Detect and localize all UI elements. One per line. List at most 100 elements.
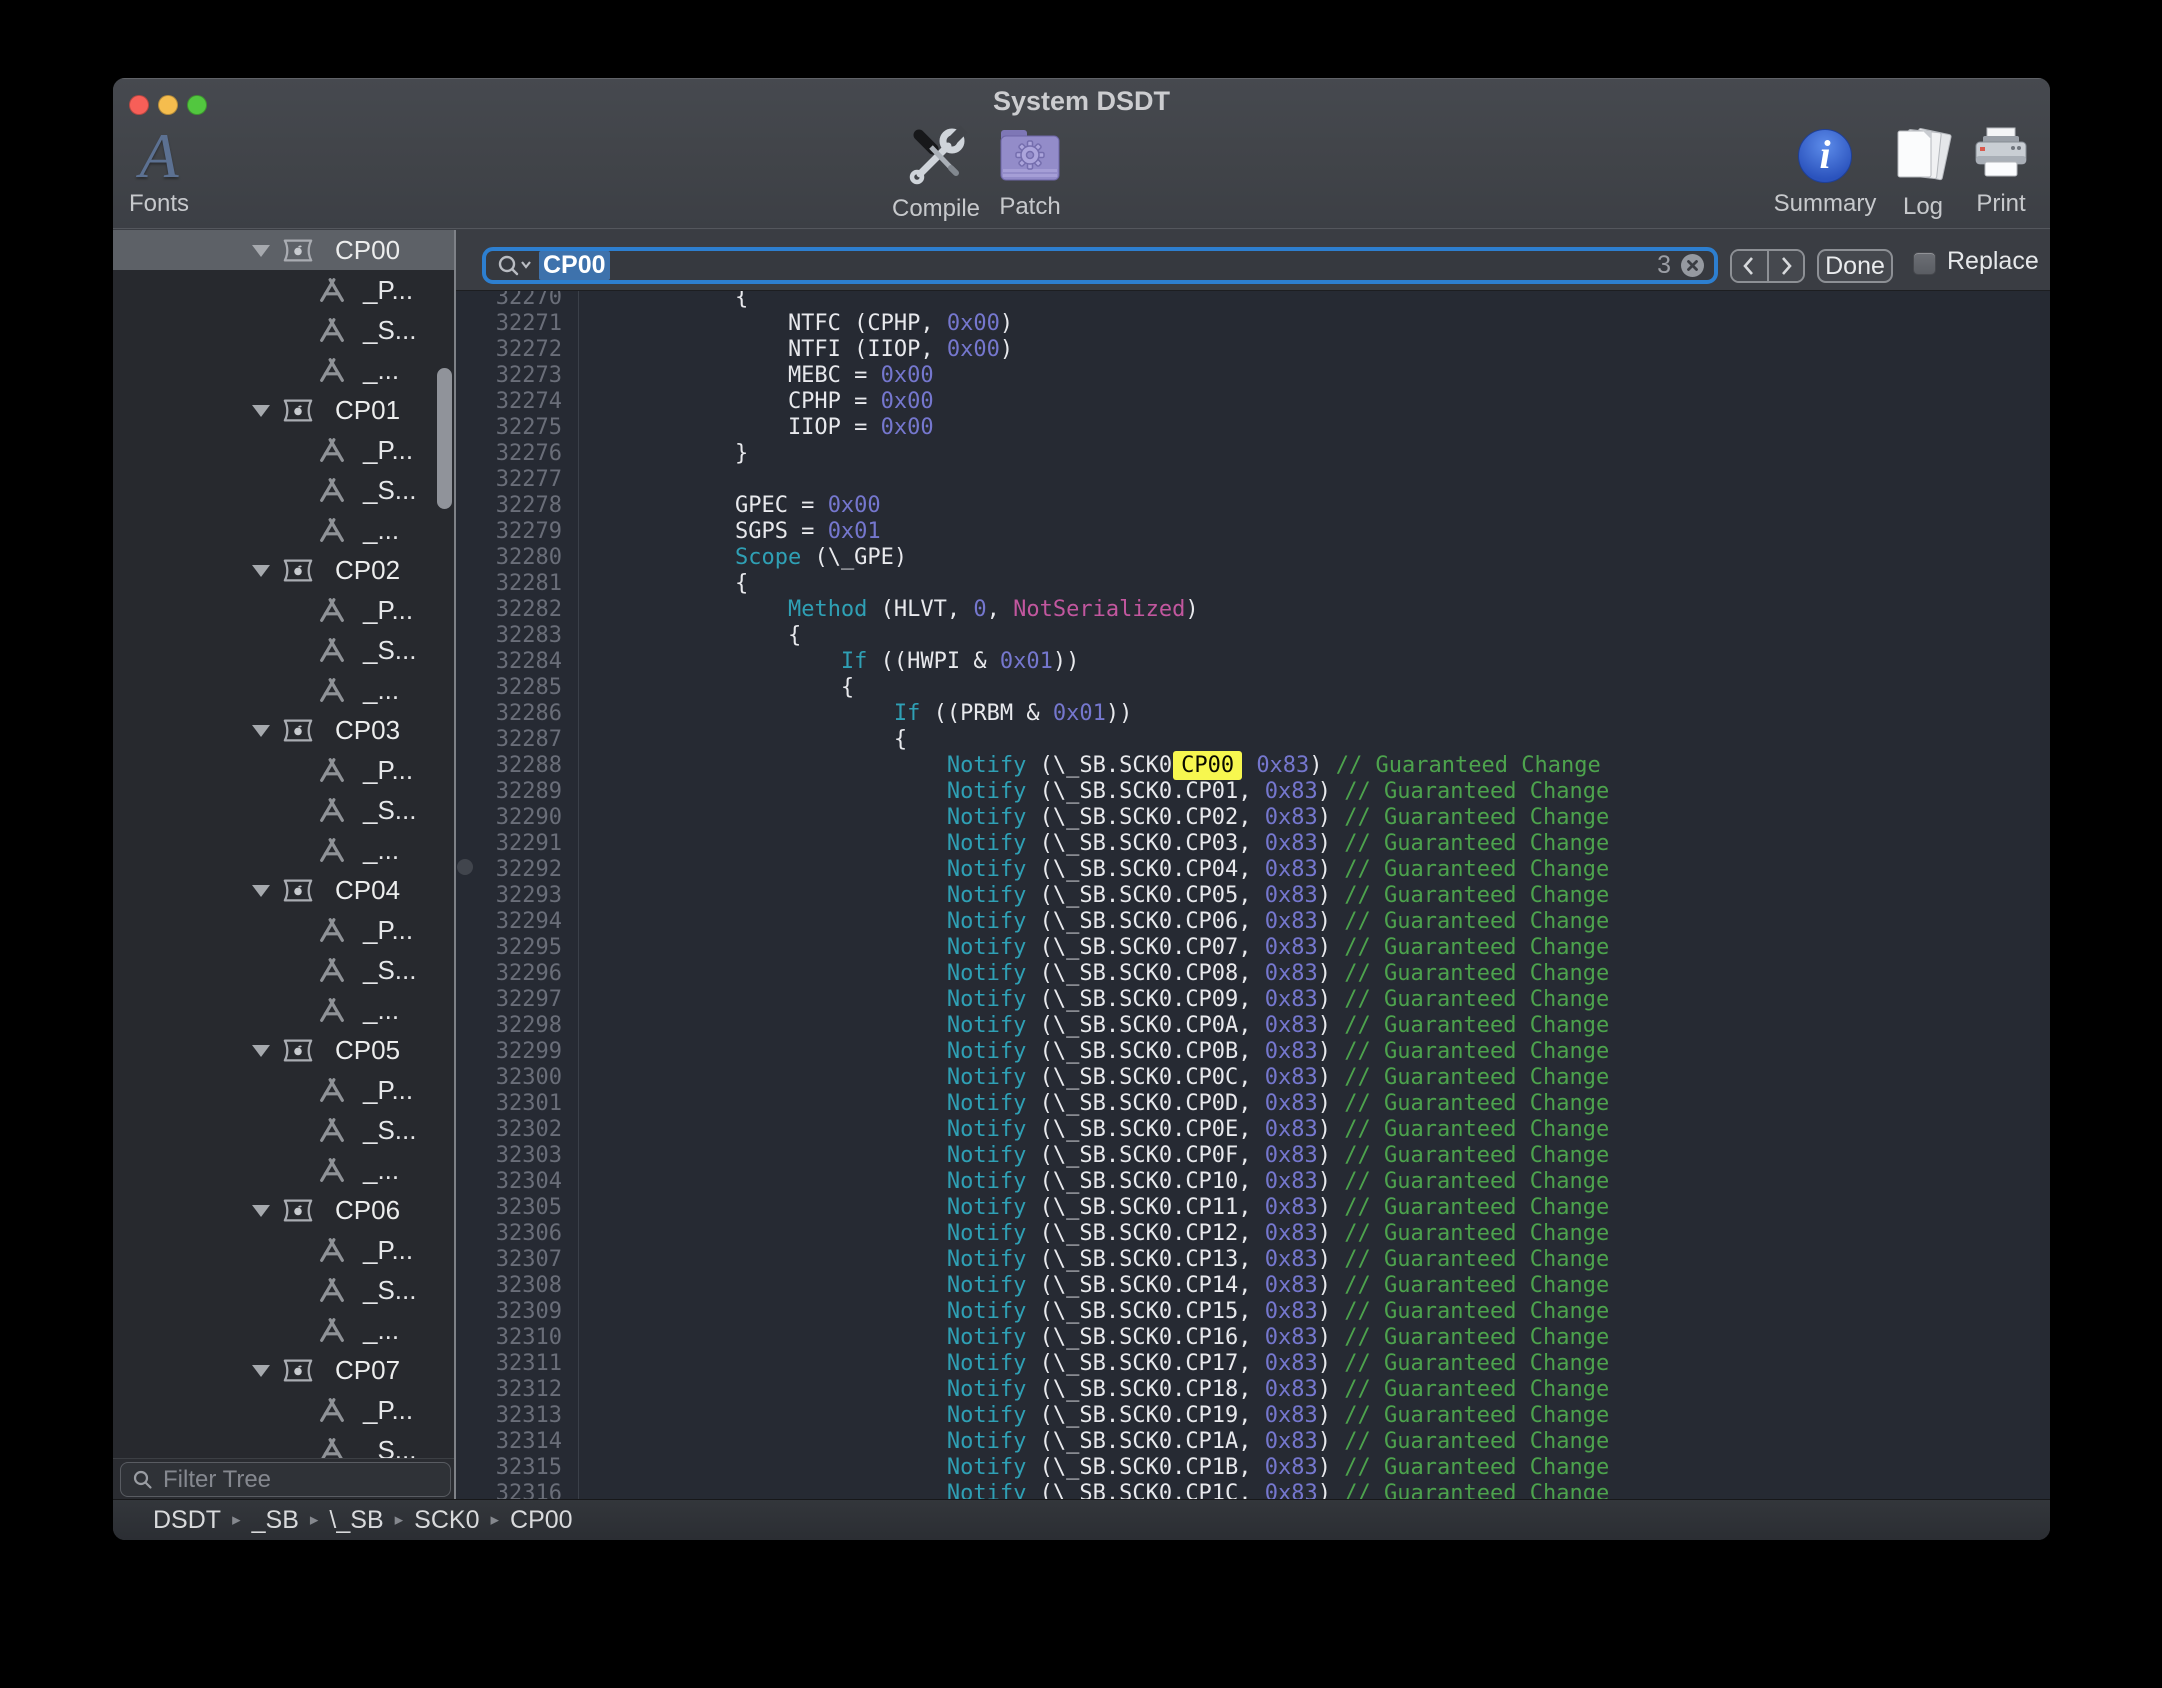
code-line: 32307 Notify (\_SB.SCK0.CP13, 0x83) // G… — [456, 1247, 2050, 1273]
search-input[interactable]: CP00 3 — [482, 247, 1718, 284]
tree-item-CP02[interactable]: CP02 — [113, 550, 454, 590]
tree-item-_P[interactable]: _P... — [113, 1390, 454, 1430]
breadcrumb-separator-icon: ▸ — [395, 1510, 404, 1530]
print-toolbar-button[interactable]: Print — [1931, 124, 2050, 218]
minimize-button[interactable] — [158, 95, 178, 115]
tree-item-_[interactable]: _... — [113, 670, 454, 710]
tree-item-_P[interactable]: _P... — [113, 430, 454, 470]
divider-drag-handle[interactable] — [457, 859, 473, 875]
line-number: 32301 — [456, 1091, 562, 1117]
tree-item-_S[interactable]: _S... — [113, 470, 454, 510]
tree-item-CP03[interactable]: CP03 — [113, 710, 454, 750]
disclosure-triangle-icon[interactable] — [252, 1365, 270, 1377]
tree-item-_P[interactable]: _P... — [113, 910, 454, 950]
breadcrumb-item-CP00[interactable]: CP00 — [510, 1506, 573, 1535]
replace-checkbox[interactable] — [1913, 252, 1936, 275]
line-number: 32303 — [456, 1143, 562, 1169]
find-previous-button[interactable] — [1732, 251, 1769, 281]
tree-item-_P[interactable]: _P... — [113, 750, 454, 790]
breadcrumb-item-_SB[interactable]: _SB — [252, 1506, 299, 1535]
tree-item-label: _S... — [363, 795, 416, 826]
line-number: 32277 — [456, 467, 562, 493]
tree-item-_[interactable]: _... — [113, 510, 454, 550]
tree-item-CP05[interactable]: CP05 — [113, 1030, 454, 1070]
tree-item-label: _... — [363, 515, 399, 546]
tree-item-_S[interactable]: _S... — [113, 630, 454, 670]
method-icon — [317, 997, 347, 1029]
line-number: 32291 — [456, 831, 562, 857]
disclosure-triangle-icon[interactable] — [252, 405, 270, 417]
tree-item-_S[interactable]: _S... — [113, 790, 454, 830]
line-number: 32285 — [456, 675, 562, 701]
scope-icon — [282, 237, 314, 269]
line-number: 32284 — [456, 649, 562, 675]
breadcrumb-item-SCK0[interactable]: SCK0 — [414, 1506, 479, 1535]
disclosure-triangle-icon[interactable] — [252, 1205, 270, 1217]
zoom-button[interactable] — [187, 95, 207, 115]
disclosure-triangle-icon[interactable] — [252, 245, 270, 257]
method-icon — [317, 1237, 347, 1269]
fonts-toolbar-button[interactable]: A Fonts — [113, 124, 229, 218]
tree-item-label: _P... — [363, 755, 413, 786]
tree-item-CP07[interactable]: CP07 — [113, 1350, 454, 1390]
tree-item-_S[interactable]: _S... — [113, 1430, 454, 1458]
method-icon — [317, 1277, 347, 1309]
code-line: 32272 NTFI (IIOP, 0x00) — [456, 337, 2050, 363]
line-number: 32288 — [456, 753, 562, 779]
tree-item-_[interactable]: _... — [113, 1310, 454, 1350]
close-button[interactable] — [129, 95, 149, 115]
search-scope-icon[interactable] — [496, 253, 533, 279]
tree-item-CP00[interactable]: CP00 — [113, 230, 454, 270]
tree-item-_[interactable]: _... — [113, 830, 454, 870]
tree-item-_P[interactable]: _P... — [113, 1070, 454, 1110]
disclosure-triangle-icon[interactable] — [252, 885, 270, 897]
line-number: 32281 — [456, 571, 562, 597]
tree-item-label: CP03 — [335, 715, 400, 746]
search-match-highlight: CP00 — [1173, 751, 1242, 780]
filter-tree-input[interactable]: Filter Tree — [120, 1462, 451, 1497]
code-editor[interactable]: 32270 {32271 NTFC (CPHP, 0x00)32272 NTFI… — [456, 291, 2050, 1499]
tree-item-CP04[interactable]: CP04 — [113, 870, 454, 910]
tree-item-_S[interactable]: _S... — [113, 950, 454, 990]
tree-item-_S[interactable]: _S... — [113, 310, 454, 350]
code-text: Notify (\_SB.SCK0.CP08, 0x83) // Guarant… — [578, 961, 1609, 987]
tree-item-_S[interactable]: _S... — [113, 1270, 454, 1310]
tree-item-label: _... — [363, 355, 399, 386]
tree-item-_[interactable]: _... — [113, 1150, 454, 1190]
tree-item-label: _P... — [363, 1395, 413, 1426]
done-button[interactable]: Done — [1817, 249, 1893, 283]
line-number: 32283 — [456, 623, 562, 649]
disclosure-triangle-icon[interactable] — [252, 1045, 270, 1057]
breadcrumb-bar: DSDT▸_SB▸\_SB▸SCK0▸CP00 — [113, 1499, 2050, 1540]
tree-item-_[interactable]: _... — [113, 350, 454, 390]
tree-scrollbar-thumb[interactable] — [437, 368, 452, 509]
breadcrumb-item-_SB[interactable]: \_SB — [329, 1506, 383, 1535]
tree-item-_P[interactable]: _P... — [113, 590, 454, 630]
disclosure-triangle-icon[interactable] — [252, 565, 270, 577]
code-line: 32285 { — [456, 675, 2050, 701]
code-text: { — [578, 571, 748, 597]
patch-toolbar-button[interactable]: Patch — [960, 124, 1100, 221]
code-text: Notify (\_SB.SCK0.CP03, 0x83) // Guarant… — [578, 831, 1609, 857]
clear-search-icon[interactable] — [1679, 252, 1706, 279]
tree-item-_S[interactable]: _S... — [113, 1110, 454, 1150]
line-number: 32278 — [456, 493, 562, 519]
line-number: 32270 — [456, 291, 562, 311]
tree-item-_P[interactable]: _P... — [113, 1230, 454, 1270]
code-line: 32291 Notify (\_SB.SCK0.CP03, 0x83) // G… — [456, 831, 2050, 857]
disclosure-triangle-icon[interactable] — [252, 725, 270, 737]
breadcrumb-item-DSDT[interactable]: DSDT — [153, 1506, 221, 1535]
line-number: 32315 — [456, 1455, 562, 1481]
patch-folder-gear-icon — [998, 124, 1062, 188]
scope-icon — [282, 1197, 314, 1229]
code-text: Notify (\_SB.SCK0.CP15, 0x83) // Guarant… — [578, 1299, 1609, 1325]
editor-pane: CP00 3 — [456, 230, 2050, 1499]
line-number: 32304 — [456, 1169, 562, 1195]
tree-item-_[interactable]: _... — [113, 990, 454, 1030]
find-next-button[interactable] — [1769, 251, 1804, 281]
tree-item-_P[interactable]: _P... — [113, 270, 454, 310]
tree-item-CP01[interactable]: CP01 — [113, 390, 454, 430]
main-content: CP00_P..._S..._...CP01_P..._S..._...CP02… — [113, 230, 2050, 1499]
line-number: 32313 — [456, 1403, 562, 1429]
tree-item-CP06[interactable]: CP06 — [113, 1190, 454, 1230]
